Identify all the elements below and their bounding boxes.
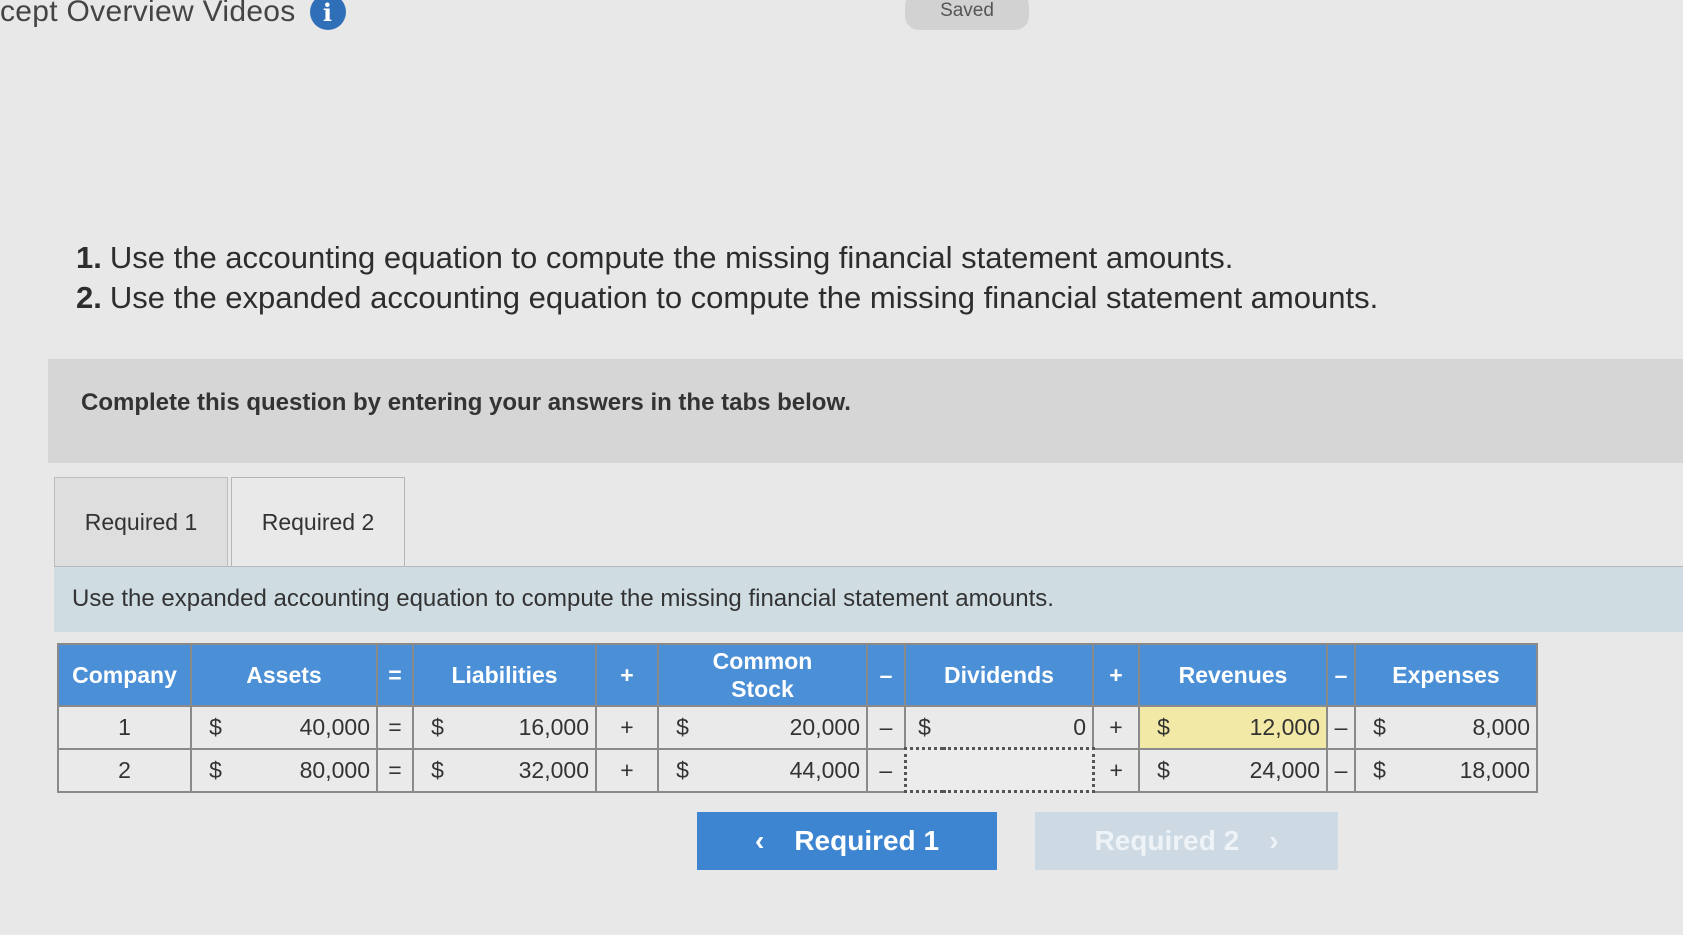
dividends-input[interactable]: 0	[943, 705, 1094, 750]
revenues-value: 12,000	[1187, 705, 1328, 750]
instruction-item: 1. Use the accounting equation to compute…	[76, 238, 1378, 278]
equals-sign: =	[376, 747, 414, 793]
expanded-equation-table: Company Assets = Liabilities + Common Sto…	[57, 643, 1538, 793]
page-title-bar: cept Overview Videos i	[0, 0, 346, 30]
common-stock-value: 20,000	[706, 705, 868, 750]
expenses-value: 8,000	[1403, 705, 1538, 750]
col-liabilities: Liabilities	[412, 643, 597, 707]
chevron-right-icon: ›	[1269, 825, 1279, 856]
minus-sign: –	[1326, 705, 1356, 750]
table-header-row: Company Assets = Liabilities + Common Sto…	[57, 643, 1538, 707]
instruction-number: 1.	[76, 240, 102, 275]
dollar-sign: $	[657, 747, 706, 793]
col-equals: =	[376, 643, 414, 707]
tab-instruction-banner: Use the expanded accounting equation to …	[54, 567, 1683, 632]
table-row: 2 $ 80,000 = $ 32,000 + $ 44,000 – + $ 2…	[57, 747, 1538, 793]
dollar-sign: $	[1138, 705, 1187, 750]
liabilities-value: 16,000	[461, 705, 597, 750]
dollar-sign: $	[657, 705, 706, 750]
instruction-number: 2.	[76, 280, 102, 315]
revenues-value: 24,000	[1187, 747, 1328, 793]
col-common-stock: Common Stock	[657, 643, 868, 707]
tab-required-1[interactable]: Required 1	[54, 477, 228, 566]
col-minus: –	[866, 643, 906, 707]
company-cell: 2	[57, 747, 192, 793]
dollar-sign: $	[412, 747, 461, 793]
dollar-sign: $	[190, 747, 239, 793]
liabilities-value: 32,000	[461, 747, 597, 793]
plus-sign: +	[595, 705, 659, 750]
dollar-sign: $	[1138, 747, 1187, 793]
prev-button-label: Required 1	[794, 825, 940, 856]
col-common-stock-line1: Common	[712, 648, 813, 674]
plus-sign: +	[595, 747, 659, 793]
dollar-sign: $	[412, 705, 461, 750]
tab-required-2[interactable]: Required 2	[231, 477, 405, 566]
instruction-text: Use the accounting equation to compute t…	[109, 240, 1234, 275]
col-company: Company	[57, 643, 192, 707]
page-title: cept Overview Videos	[0, 0, 296, 28]
prev-required-1-button[interactable]: ‹ Required 1	[697, 812, 997, 870]
instruction-text: Use the expanded accounting equation to …	[109, 280, 1379, 315]
dollar-sign: $	[1354, 747, 1403, 793]
col-dividends: Dividends	[904, 643, 1094, 707]
equals-sign: =	[376, 705, 414, 750]
col-assets: Assets	[190, 643, 378, 707]
instruction-banner: Complete this question by entering your …	[48, 359, 1683, 463]
next-required-2-button[interactable]: Required 2 ›	[1035, 812, 1338, 870]
minus-sign: –	[866, 705, 906, 750]
dollar-sign: $	[190, 705, 239, 750]
instructions-list: 1. Use the accounting equation to compute…	[76, 238, 1378, 318]
assets-value: 80,000	[239, 747, 378, 793]
plus-sign: +	[1092, 705, 1140, 750]
chevron-left-icon: ‹	[754, 825, 765, 856]
col-plus: +	[595, 643, 659, 707]
dollar-sign: $	[1354, 705, 1403, 750]
table-row: 1 $ 40,000 = $ 16,000 + $ 20,000 – $ 0 +…	[57, 705, 1538, 750]
col-expenses: Expenses	[1354, 643, 1538, 707]
page: cept Overview Videos i Saved 1. Use the a…	[0, 0, 1683, 935]
dividends-input[interactable]	[903, 747, 1095, 793]
company-cell: 1	[57, 705, 192, 750]
minus-sign: –	[1326, 747, 1356, 793]
common-stock-value: 44,000	[706, 747, 868, 793]
expenses-value: 18,000	[1403, 747, 1538, 793]
plus-sign: +	[1092, 747, 1140, 793]
instruction-item: 2. Use the expanded accounting equation t…	[76, 278, 1378, 318]
tab-instruction-text: Use the expanded accounting equation to …	[72, 585, 1054, 612]
col-revenues: Revenues	[1138, 643, 1328, 707]
next-button-label: Required 2	[1094, 825, 1240, 856]
info-icon[interactable]: i	[309, 0, 346, 30]
assets-value: 40,000	[239, 705, 378, 750]
saved-status-badge: Saved	[905, 0, 1029, 30]
col-plus: +	[1092, 643, 1140, 707]
col-minus: –	[1326, 643, 1356, 707]
col-common-stock-line2: Stock	[731, 676, 794, 702]
minus-sign: –	[866, 747, 906, 793]
dollar-sign: $	[904, 705, 943, 750]
banner-text: Complete this question by entering your …	[81, 389, 851, 416]
